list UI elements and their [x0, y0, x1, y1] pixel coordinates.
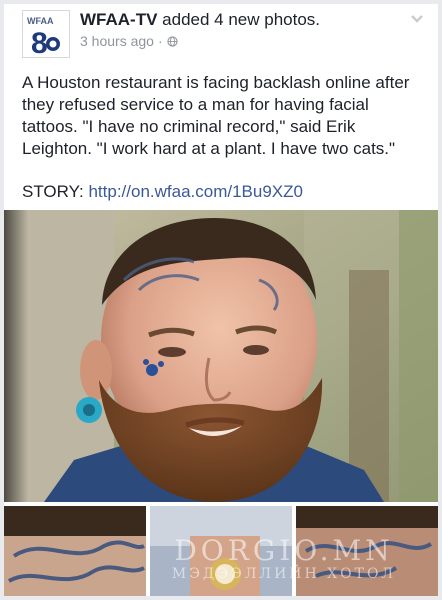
- story-label: STORY:: [22, 182, 89, 201]
- chevron-down-icon[interactable]: [410, 14, 424, 24]
- post-action-text: added 4 new photos.: [157, 10, 321, 29]
- globe-icon: [166, 35, 178, 47]
- man-face-photo: [4, 210, 438, 502]
- meta-separator: ·: [157, 33, 163, 49]
- photo-thumbnails: [4, 506, 438, 596]
- page-avatar[interactable]: WFAA 8: [22, 10, 70, 58]
- head-tattoo-photo: [296, 506, 438, 596]
- thumbnail-2[interactable]: [150, 506, 292, 596]
- wfaa-logo: WFAA 8: [23, 11, 69, 57]
- story-line: STORY: http://on.wfaa.com/1Bu9XZ0: [22, 182, 303, 202]
- post-header: WFAA 8 WFAA-TV added 4 new photos. 3 hou…: [4, 4, 438, 64]
- thumbnail-1[interactable]: [4, 506, 146, 596]
- story-link[interactable]: http://on.wfaa.com/1Bu9XZ0: [88, 182, 303, 201]
- post-card: WFAA 8 WFAA-TV added 4 new photos. 3 hou…: [4, 4, 438, 596]
- main-photo[interactable]: [4, 210, 438, 502]
- post-message: A Houston restaurant is facing backlash …: [22, 73, 410, 158]
- avatar-logo-text: WFAA: [27, 16, 54, 26]
- thumbnail-3[interactable]: [296, 506, 438, 596]
- post-meta: 3 hours ago ·: [80, 33, 178, 49]
- post-title: WFAA-TV added 4 new photos.: [80, 10, 320, 30]
- avatar-channel-number: 8: [31, 27, 48, 57]
- post-timestamp[interactable]: 3 hours ago: [80, 33, 154, 49]
- neck-tattoo-photo: [4, 506, 146, 596]
- wrist-watch-photo: [150, 506, 292, 596]
- page-name-link[interactable]: WFAA-TV: [80, 10, 157, 29]
